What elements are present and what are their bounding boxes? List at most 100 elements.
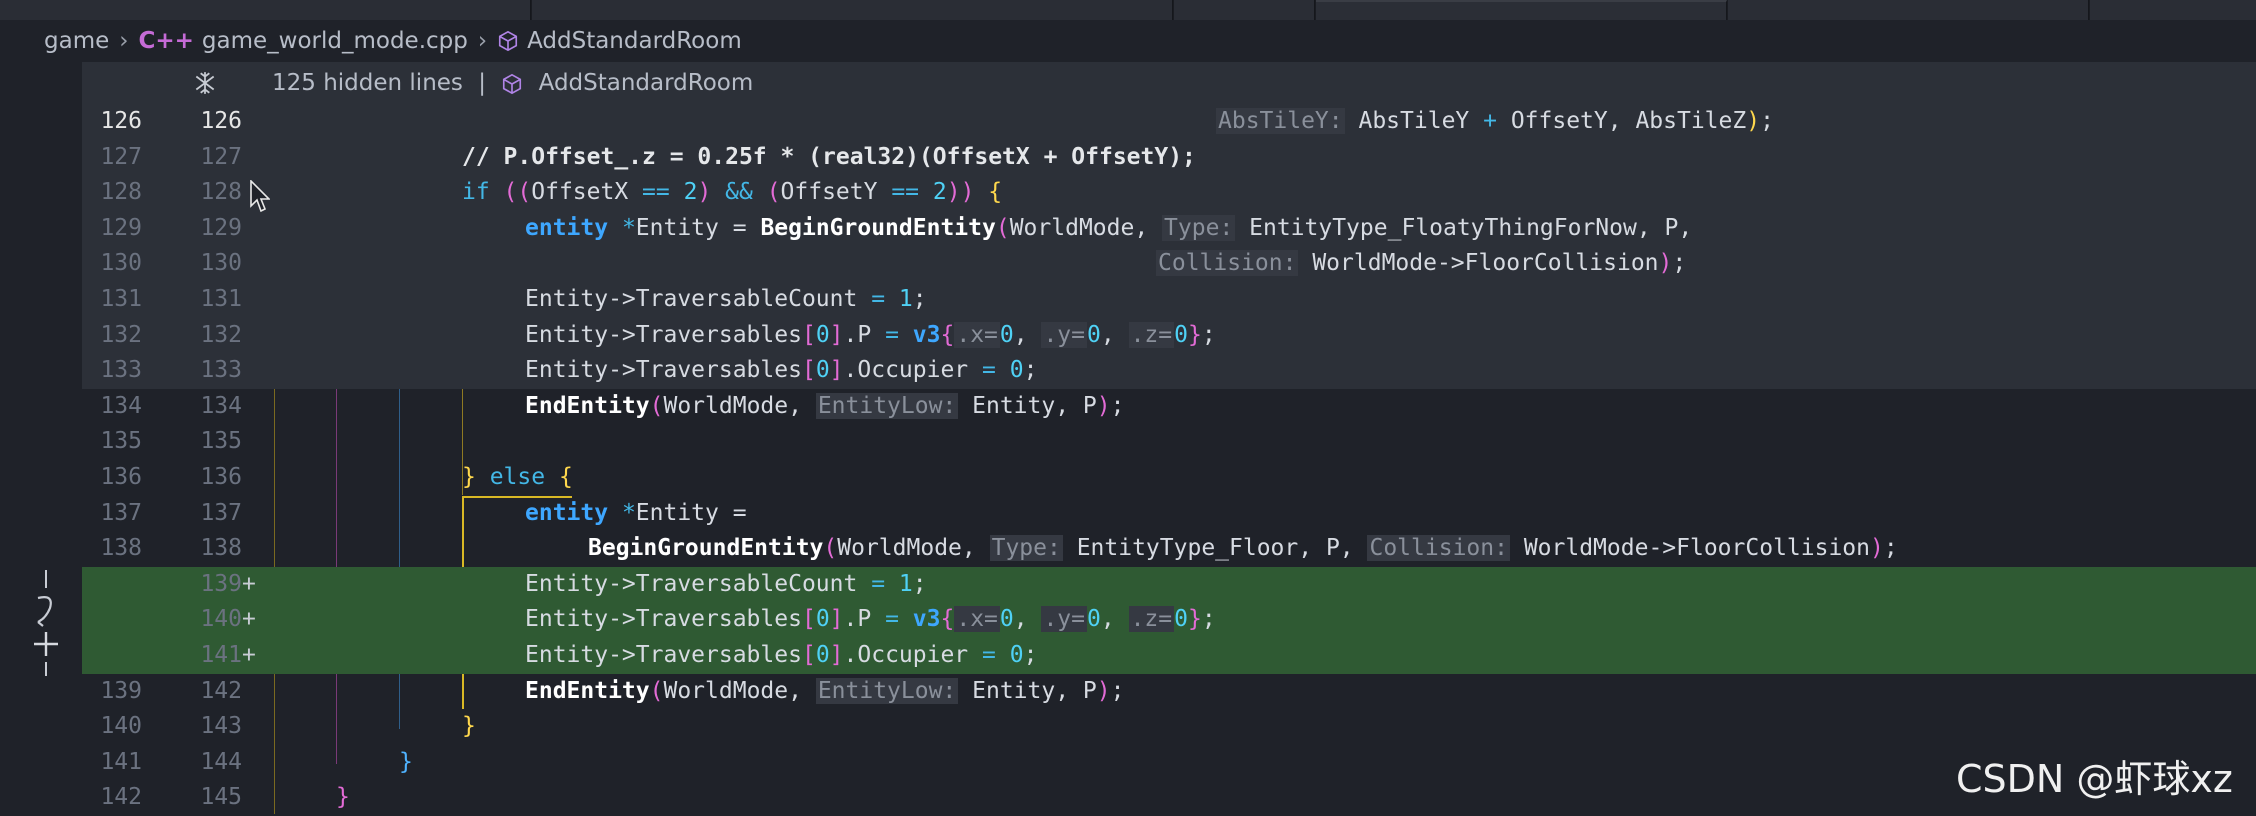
line-number-new: 132 — [200, 321, 242, 348]
editor-tab[interactable] — [532, 0, 1173, 20]
line-number-new: 138 — [200, 535, 242, 562]
cpp-file-icon: C++ — [138, 28, 194, 54]
code-text: EndEntity(WorldMode, EntityLow: Entity, … — [525, 392, 1125, 419]
inlay-hint: EntityLow: — [815, 677, 959, 704]
code-text: EndEntity(WorldMode, EntityLow: Entity, … — [525, 677, 1125, 704]
code-text: Entity->Traversables[0].Occupier = 0; — [525, 642, 1038, 668]
line-number-old: 142 — [100, 784, 142, 811]
code-text: entity *Entity = — [525, 499, 747, 526]
code-text: } — [399, 748, 413, 775]
line-number-new: 133 — [200, 357, 242, 384]
code-line[interactable]: 131 131 Entity->TraversableCount = 1; — [82, 282, 2256, 318]
code-line[interactable]: 127 127 // P.Offset_.z = 0.25f * (real32… — [82, 139, 2256, 176]
diff-added-mark: + — [242, 570, 256, 597]
code-line[interactable]: 136 136 } else { — [82, 460, 2256, 496]
line-number-new: 141 — [200, 642, 242, 668]
line-number-new: 130 — [200, 250, 242, 277]
hidden-lines-symbol: AddStandardRoom — [538, 70, 754, 96]
breadcrumb-root[interactable]: game — [44, 28, 109, 54]
code-line[interactable]: 126 126 AbsTileY: AbsTileY + OffsetY, Ab… — [82, 104, 2256, 140]
diff-revert-controls[interactable] — [28, 568, 64, 678]
code-line[interactable]: 129 129 entity *Entity = BeginGroundEnti… — [82, 210, 2256, 247]
line-number-old: 137 — [100, 499, 142, 526]
line-number-new: 129 — [200, 214, 242, 241]
line-number-new: 131 — [200, 286, 242, 312]
code-line[interactable]: 132 132 Entity->Traversables[0].P = v3{.… — [82, 317, 2256, 354]
editor-tab-active[interactable] — [1316, 0, 1727, 22]
hidden-lines-count: 125 hidden lines — [272, 70, 463, 96]
chevron-right-icon: › — [119, 28, 129, 54]
code-text: Entity->TraversableCount = 1; — [525, 570, 927, 597]
line-number-old: 131 — [100, 286, 142, 312]
editor-tab[interactable] — [2090, 0, 2256, 20]
line-number-new: 145 — [200, 784, 242, 811]
separator: | — [478, 70, 486, 96]
line-number-new: 139 — [200, 570, 242, 597]
code-line[interactable]: 139 142 EndEntity(WorldMode, EntityLow: … — [82, 674, 2256, 710]
editor-tab[interactable] — [1174, 0, 1315, 20]
code-line-added[interactable]: 139 + Entity->TraversableCount = 1; — [82, 566, 2256, 603]
breadcrumb-file[interactable]: game_world_mode.cpp — [202, 28, 468, 54]
inlay-hint: Type: — [989, 535, 1063, 562]
line-number-old: 129 — [100, 214, 142, 241]
line-number-new: 128 — [200, 179, 242, 206]
line-number-old: 133 — [100, 357, 142, 384]
code-line[interactable]: 142 145 } — [82, 780, 2256, 816]
code-line[interactable]: 137 137 entity *Entity = — [82, 496, 2256, 532]
code-line[interactable]: 135 135 — [82, 424, 2256, 460]
code-line[interactable]: 141 144 } — [82, 745, 2256, 781]
line-number-old: 139 — [100, 677, 142, 704]
breadcrumb: game › C++ game_world_mode.cpp › AddStan… — [0, 20, 2256, 62]
code-text: entity *Entity = BeginGroundEntity(World… — [525, 214, 1693, 241]
chevron-right-icon: › — [477, 28, 488, 54]
code-line[interactable]: 128 128 if ((OffsetX == 2) && (OffsetY =… — [82, 175, 2256, 211]
code-text: BeginGroundEntity(WorldMode, Type: Entit… — [588, 535, 1898, 562]
line-number-old: 141 — [100, 748, 142, 775]
code-line[interactable]: 140 143 } — [82, 709, 2256, 745]
line-number-old: 130 — [100, 250, 142, 277]
code-line[interactable]: 130 130 Collision: WorldMode->FloorColli… — [82, 246, 2256, 282]
line-number-old: 135 — [100, 428, 142, 455]
code-text: Entity->Traversables[0].P = v3{.x=0, .y=… — [525, 321, 1216, 348]
code-text: Entity->TraversableCount = 1; — [525, 286, 927, 312]
editor-tab[interactable] — [1728, 0, 2089, 20]
hidden-lines-bar[interactable]: 125 hidden lines | AddStandardRoom — [82, 62, 2256, 104]
line-number-new: 136 — [200, 464, 242, 490]
line-number-new: 144 — [200, 748, 242, 775]
line-number-new: 135 — [200, 428, 242, 455]
line-number-old: 132 — [100, 321, 142, 348]
code-text: Collision: WorldMode->FloorCollision); — [1156, 250, 1687, 277]
line-number-new: 127 — [200, 143, 242, 170]
code-line-added[interactable]: 141 + Entity->Traversables[0].Occupier =… — [82, 638, 2256, 674]
code-comment: // P.Offset_.z = 0.25f * (real32)(Offset… — [462, 143, 1196, 170]
line-number-old: 136 — [100, 464, 142, 490]
code-line-added[interactable]: 140 + Entity->Traversables[0].P = v3{.x=… — [82, 602, 2256, 638]
inlay-hint: AbsTileY: — [1216, 108, 1345, 134]
diff-gutter — [0, 104, 82, 814]
editor-tab[interactable] — [0, 0, 531, 20]
inlay-hint: Type: — [1162, 214, 1236, 241]
code-text: Entity->Traversables[0].P = v3{.x=0, .y=… — [525, 606, 1216, 633]
revert-icon — [37, 596, 52, 627]
code-line[interactable]: 134 134 EndEntity(WorldMode, EntityLow: … — [82, 389, 2256, 425]
line-number-new: 142 — [200, 677, 242, 704]
line-number-old: 128 — [100, 179, 142, 206]
cube-icon — [498, 30, 518, 52]
code-line[interactable]: 133 133 Entity->Traversables[0].Occupier… — [82, 353, 2256, 389]
line-number-new: 126 — [200, 108, 242, 134]
code-text: Entity->Traversables[0].Occupier = 0; — [525, 357, 1038, 384]
unfold-icon[interactable] — [192, 70, 218, 96]
code-text: } else { — [462, 464, 573, 490]
inlay-hint: Collision: — [1367, 535, 1510, 562]
code-editor[interactable]: 126 126 AbsTileY: AbsTileY + OffsetY, Ab… — [82, 104, 2256, 814]
inlay-hint: EntityLow: — [815, 392, 959, 419]
line-number-old: 140 — [100, 713, 142, 740]
hidden-lines-text: 125 hidden lines | AddStandardRoom — [272, 70, 753, 96]
line-number-old: 127 — [100, 143, 142, 170]
breadcrumb-symbol[interactable]: AddStandardRoom — [527, 28, 742, 54]
line-number-new: 134 — [200, 392, 242, 419]
code-line[interactable]: 138 138 BeginGroundEntity(WorldMode, Typ… — [82, 531, 2256, 567]
code-text: AbsTileY: AbsTileY + OffsetY, AbsTileZ); — [1216, 108, 1774, 134]
tab-strip — [0, 0, 2256, 22]
line-number-new: 143 — [200, 713, 242, 740]
